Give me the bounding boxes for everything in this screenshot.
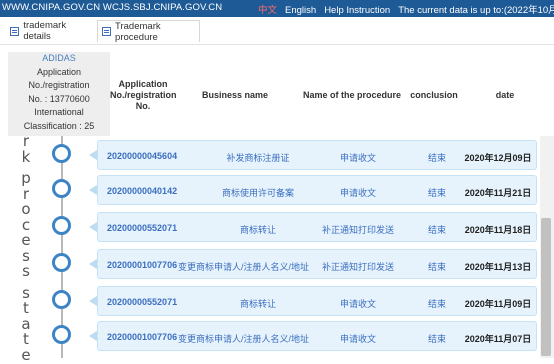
app-number-link[interactable]: 20200000552071 — [107, 297, 177, 307]
topbar-links: 中文 English Help Instruction The current dat… — [258, 2, 554, 16]
timeline-node-icon — [52, 325, 71, 344]
conclusion: 结束 — [427, 299, 446, 309]
app-label-1: Application — [36, 66, 82, 77]
business-name: 补发商标注册证 — [226, 153, 290, 163]
procedure-name: 申请收文 — [339, 334, 376, 344]
business-name: 商标转让 — [239, 225, 276, 235]
list-item: 20200000552071 商标转让 补正通知打印发送 结束 2020年11月… — [0, 209, 554, 242]
list-item: 20200000552071 商标转让 申请收文 结束 2020年11月09日 — [0, 283, 554, 316]
brand-name: ADIDAS — [42, 53, 76, 63]
business-name: 变更商标申请人/注册人名义/地址 — [178, 262, 310, 272]
app-number-link[interactable]: 20200000045604 — [107, 151, 177, 161]
date: 2020年11月13日 — [464, 262, 532, 272]
list-icon — [102, 27, 112, 36]
data-notice: The current data is up to:(2022年10月16日) — [398, 5, 554, 16]
business-name: 商标转让 — [239, 299, 276, 309]
procedure-name: 申请收文 — [339, 153, 376, 163]
date: 2020年11月18日 — [464, 225, 532, 235]
procedure-name: 申请收文 — [339, 299, 376, 309]
date: 2020年11月21日 — [464, 188, 532, 198]
procedure-card: 20200000045604 补发商标注册证 申请收文 结束 2020年12月0… — [97, 140, 537, 170]
procedure-card: 20200000040142 商标使用许可备案 申请收文 结束 2020年11月… — [97, 175, 537, 205]
timeline-node-icon — [52, 216, 71, 235]
tab-label: trademark details — [23, 20, 67, 42]
tab-bar: trademark details Trademark procedure — [0, 17, 554, 45]
pointer-arrow — [89, 296, 97, 306]
procedure-card: 20200001007706 变更商标申请人/注册人名义/地址 申请收文 结束 … — [97, 321, 537, 351]
procedure-card: 20200000552071 商标转让 补正通知打印发送 结束 2020年11月… — [97, 212, 537, 242]
app-number: No. : 13770600 — [28, 93, 90, 104]
col-header-app-no: Application No./registration No. — [110, 79, 177, 111]
timeline-node-icon — [52, 144, 71, 163]
app-number-link[interactable]: 20200000552071 — [107, 223, 177, 233]
pointer-arrow — [89, 259, 97, 269]
col-header-procedure: Name of the procedure — [302, 90, 402, 100]
col-header-conclusion: conclusion — [410, 90, 458, 100]
app-number-link[interactable]: 20200000040142 — [107, 186, 177, 196]
app-label-2: No./registration — [28, 80, 90, 90]
procedure-name: 补正通知打印发送 — [321, 262, 394, 272]
list-item: 20200000045604 补发商标注册证 申请收文 结束 2020年12月0… — [0, 137, 554, 170]
procedure-name: 补正通知打印发送 — [321, 225, 394, 235]
table-header: Application No./registration No. Busines… — [110, 52, 554, 136]
pointer-arrow — [89, 150, 97, 160]
col-header-business: Business name — [201, 90, 269, 100]
tab-label: Trademark procedure — [115, 20, 161, 43]
pointer-arrow — [89, 185, 97, 195]
procedure-name: 申请收文 — [339, 188, 376, 198]
pointer-arrow — [89, 222, 97, 232]
pointer-arrow — [89, 331, 97, 341]
trademark-info-panel: ADIDAS Application No./registration No. … — [8, 52, 110, 136]
app-number-link[interactable]: 20200001007706 — [107, 332, 177, 342]
business-name: 商标使用许可备案 — [221, 188, 294, 198]
list-icon — [10, 26, 20, 36]
english-link[interactable]: English — [285, 5, 316, 16]
conclusion: 结束 — [427, 262, 446, 272]
classification: Classification : 25 — [23, 120, 95, 131]
tab-trademark-procedure[interactable]: Trademark procedure — [97, 20, 200, 43]
chinese-link[interactable]: 中文 — [258, 5, 277, 16]
list-item: 20200001007706 变更商标申请人/注册人名义/地址 补正通知打印发送… — [0, 246, 554, 279]
conclusion: 结束 — [427, 153, 446, 163]
timeline-node-icon — [52, 290, 71, 309]
date: 2020年11月07日 — [464, 334, 532, 344]
procedure-card: 20200001007706 变更商标申请人/注册人名义/地址 补正通知打印发送… — [97, 249, 537, 279]
intl-label: International — [34, 107, 84, 117]
help-link[interactable]: Help Instruction — [324, 5, 390, 16]
conclusion: 结束 — [427, 225, 446, 235]
conclusion: 结束 — [427, 188, 446, 198]
procedure-card: 20200000552071 商标转让 申请收文 结束 2020年11月09日 — [97, 286, 537, 316]
conclusion: 结束 — [427, 334, 446, 344]
business-name: 变更商标申请人/注册人名义/地址 — [178, 334, 310, 344]
list-item: 20200001007706 变更商标申请人/注册人名义/地址 申请收文 结束 … — [0, 318, 554, 351]
col-header-date: date — [495, 90, 515, 100]
timeline-node-icon — [52, 253, 71, 272]
list-item: 20200000040142 商标使用许可备案 申请收文 结束 2020年11月… — [0, 172, 554, 205]
scrollbar-thumb[interactable] — [541, 218, 551, 356]
top-bar: WWW.CNIPA.GOV.CN WCJS.SBJ.CNIPA.GOV.CN 中… — [0, 0, 554, 17]
tab-trademark-details[interactable]: trademark details — [6, 20, 94, 42]
date: 2020年11月09日 — [464, 299, 532, 309]
date: 2020年12月09日 — [464, 153, 532, 163]
app-number-link[interactable]: 20200001007706 — [107, 260, 177, 270]
timeline-node-icon — [52, 179, 71, 198]
site-urls: WWW.CNIPA.GOV.CN WCJS.SBJ.CNIPA.GOV.CN — [2, 2, 223, 13]
